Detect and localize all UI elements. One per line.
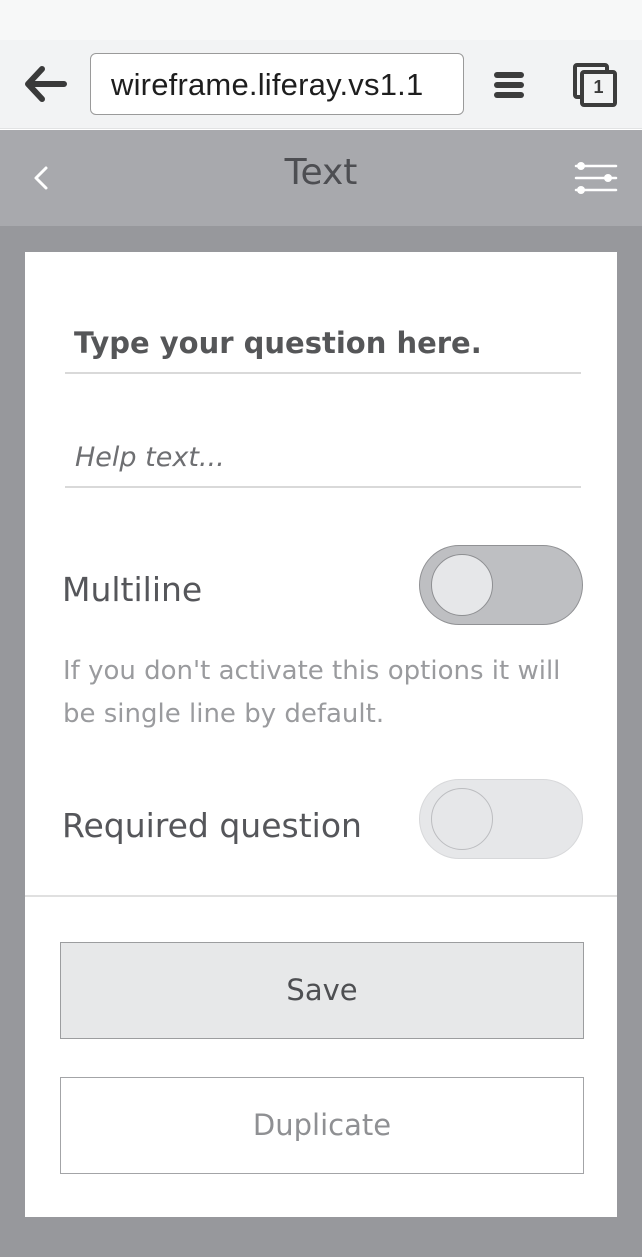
required-label: Required question [62,806,362,845]
sliders-icon[interactable] [572,158,620,198]
multiline-hint: If you don't activate this options it wi… [63,656,561,729]
back-arrow-icon[interactable] [22,64,68,104]
url-field[interactable]: wireframe.liferay.vs1.1 [90,53,464,115]
required-toggle[interactable] [419,779,583,859]
help-text-input[interactable]: Help text... [65,442,581,488]
url-text: wireframe.liferay.vs1.1 [111,67,424,102]
duplicate-button[interactable]: Duplicate [60,1077,584,1174]
browser-toolbar: wireframe.liferay.vs1.1 1 [0,40,642,129]
save-button[interactable]: Save [60,942,584,1039]
app-header: Text [0,130,642,226]
content-area: Type your question here. Help text... Mu… [0,226,642,1257]
question-placeholder: Type your question here. [74,326,482,360]
tab-count: 1 [593,77,604,97]
status-bar [0,0,642,40]
tabs-icon[interactable]: 1 [571,61,619,109]
question-input[interactable]: Type your question here. [65,324,581,374]
page-title: Text [284,152,358,193]
field-settings-card: Type your question here. Help text... Mu… [25,252,617,1217]
multiline-toggle[interactable] [419,545,583,625]
toggle-knob [431,788,493,850]
divider [25,895,617,897]
help-placeholder: Help text... [75,442,225,473]
hamburger-menu-icon[interactable] [491,70,527,100]
multiline-label: Multiline [62,570,203,609]
toggle-knob [431,554,493,616]
